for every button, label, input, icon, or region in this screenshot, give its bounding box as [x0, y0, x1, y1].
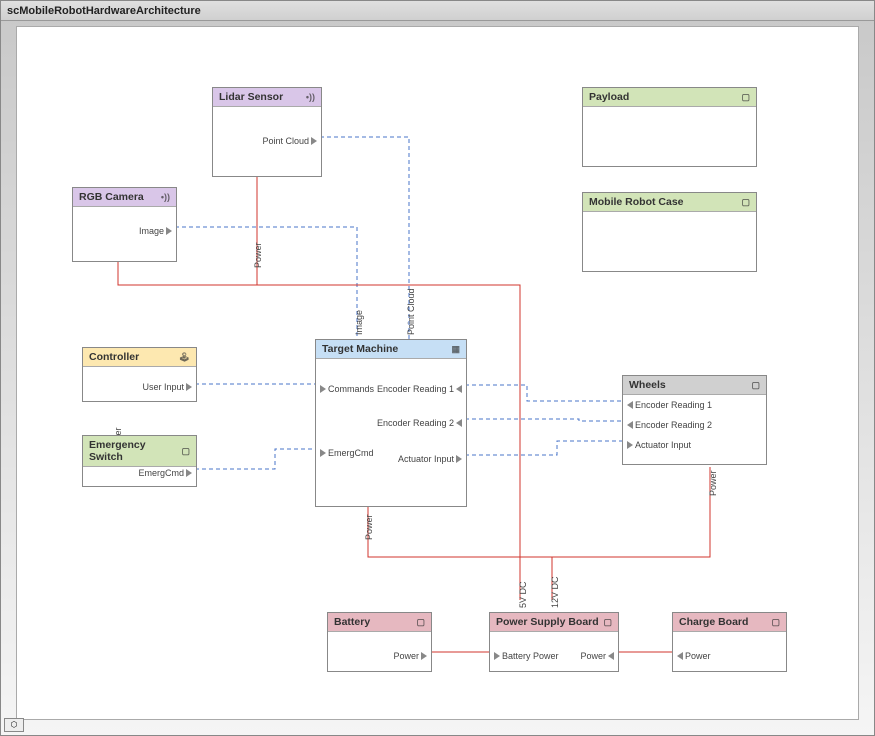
port-wheel-enc1[interactable]: Encoder Reading 1: [627, 400, 712, 410]
port-actuator[interactable]: Actuator Input: [398, 454, 462, 464]
port-wheel-act[interactable]: Actuator Input: [627, 440, 691, 450]
block-battery[interactable]: Battery ▢ Power: [327, 612, 432, 672]
block-mobile-robot-case[interactable]: Mobile Robot Case ▢: [582, 192, 757, 272]
port-pointcloud-in-label: Point Cloud: [406, 288, 416, 335]
window-title: scMobileRobotHardwareArchitecture: [1, 1, 874, 21]
block-header: Battery ▢: [328, 613, 431, 632]
port-point-cloud[interactable]: Point Cloud: [262, 136, 317, 146]
port-psb-battery[interactable]: Battery Power: [494, 651, 559, 661]
block-header: Lidar Sensor •)): [213, 88, 321, 107]
block-wheels[interactable]: Wheels ▢ Encoder Reading 1 Encoder Readi…: [622, 375, 767, 465]
sensor-icon: •)): [306, 92, 315, 102]
port-emerg-cmd[interactable]: EmergCmd: [138, 468, 192, 478]
block-payload[interactable]: Payload ▢: [582, 87, 757, 167]
block-header: Wheels ▢: [623, 376, 766, 395]
sensor-icon: •)): [161, 192, 170, 202]
port-psb-power[interactable]: Power: [580, 651, 614, 661]
block-emergency-switch[interactable]: Emergency Switch ▢ EmergCmd: [82, 435, 197, 487]
port-emerg-in[interactable]: EmergCmd: [320, 448, 374, 458]
port-battery-power[interactable]: Power: [393, 651, 427, 661]
port-lidar-power-label: Power: [253, 242, 263, 268]
chip-icon: ▦: [451, 344, 460, 355]
block-header: Controller 🕹: [83, 348, 196, 367]
app-window: scMobileRobotHardwareArchitecture: [0, 0, 875, 736]
port-user-input[interactable]: User Input: [142, 382, 192, 392]
port-encoder1[interactable]: Encoder Reading 1: [377, 384, 462, 394]
port-commands[interactable]: Commands: [320, 384, 374, 394]
block-target-machine[interactable]: Target Machine ▦ Image Point Cloud Comma…: [315, 339, 467, 507]
diagram-canvas[interactable]: Lidar Sensor •)) Point Cloud Power RGB C…: [16, 26, 859, 720]
port-encoder2[interactable]: Encoder Reading 2: [377, 418, 462, 428]
expand-icon: ▢: [603, 617, 612, 628]
expand-icon: ▢: [771, 617, 780, 628]
block-header: RGB Camera •)): [73, 188, 176, 207]
port-image-in-label: Image: [354, 310, 364, 335]
port-wheel-power-label: Power: [708, 470, 718, 496]
expand-icon: ▢: [181, 446, 190, 457]
block-rgb-camera[interactable]: RGB Camera •)) Image Power: [72, 187, 177, 262]
port-charge-power[interactable]: Power: [677, 651, 711, 661]
port-psb-5v-label: 5V DC: [518, 581, 528, 608]
port-psb-12v-label: 12V DC: [550, 576, 560, 608]
expand-icon: ▢: [416, 617, 425, 628]
port-wheel-enc2[interactable]: Encoder Reading 2: [627, 420, 712, 430]
joystick-icon: 🕹: [179, 352, 190, 363]
block-power-supply-board[interactable]: Power Supply Board ▢ Battery Power Power…: [489, 612, 619, 672]
block-header: Emergency Switch ▢: [83, 436, 196, 467]
port-target-power-label: Power: [364, 514, 374, 540]
expand-icon: ▢: [751, 380, 760, 391]
block-lidar-sensor[interactable]: Lidar Sensor •)) Point Cloud Power: [212, 87, 322, 177]
block-header: Mobile Robot Case ▢: [583, 193, 756, 212]
expand-icon: ▢: [741, 197, 750, 208]
block-header: Payload ▢: [583, 88, 756, 107]
block-controller[interactable]: Controller 🕹 User Input: [82, 347, 197, 402]
block-header: Power Supply Board ▢: [490, 613, 618, 632]
block-header: Target Machine ▦: [316, 340, 466, 359]
expand-icon: ▢: [741, 92, 750, 103]
hierarchy-icon[interactable]: ⬡: [4, 718, 24, 732]
block-charge-board[interactable]: Charge Board ▢ Power: [672, 612, 787, 672]
block-header: Charge Board ▢: [673, 613, 786, 632]
port-image[interactable]: Image: [139, 226, 172, 236]
